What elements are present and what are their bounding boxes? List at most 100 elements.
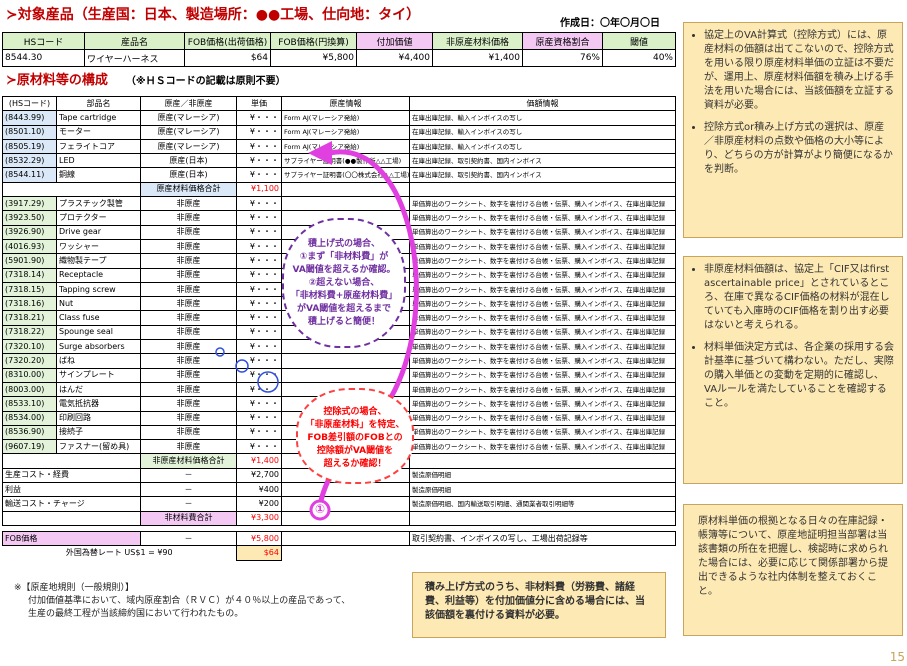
cloud-line: 「非材料費+原産材料費」 bbox=[290, 291, 398, 301]
value-info: 在庫出庫記録、輸入インボイスの写し bbox=[409, 110, 676, 126]
part-name: モーター bbox=[56, 124, 141, 140]
orig-total-label: 原産材料価格合計 bbox=[140, 181, 237, 198]
origin-status: 原産(マレーシア) bbox=[140, 124, 237, 140]
origin-info: Form AJ(マレーシア発給) bbox=[281, 110, 410, 126]
origin-status: 原産(マレーシア) bbox=[140, 138, 237, 155]
part-name: 電気抵抗器 bbox=[56, 396, 141, 412]
col-rvc: 原産資格割合 bbox=[522, 32, 603, 50]
section-note: （※ＨＳコードの記載は原則不要） bbox=[125, 76, 286, 87]
page-title: ≻対象産品（生産国：日本、製造場所：●●工場、仕向地：タイ） bbox=[6, 7, 421, 23]
fob-label: FOB価格 bbox=[2, 530, 141, 547]
part-name: ばね bbox=[56, 353, 141, 369]
hs-code: (8505.19) bbox=[2, 138, 57, 155]
hs-code: (9607.19) bbox=[2, 439, 57, 455]
part-name: Nut bbox=[56, 296, 141, 312]
rate-value: $64 bbox=[236, 545, 282, 561]
fob-origin: － bbox=[140, 530, 237, 547]
bubble-circles-icon bbox=[215, 347, 279, 393]
part-name: Class fuse bbox=[56, 310, 141, 326]
cloud-line: VA閾値を超えるか確認。 bbox=[292, 265, 396, 275]
cloud-line: がVA閾値を超えるまで bbox=[296, 304, 392, 314]
origin-status: 非原産 bbox=[140, 439, 237, 455]
hs-code: (7320.20) bbox=[2, 353, 57, 369]
side-note-item: 非原産材料価額は、協定上「CIF又はfirst ascertainable pr… bbox=[704, 263, 894, 333]
hs-code: (8443.99) bbox=[2, 110, 57, 126]
cost-name: 生産コスト・経費 bbox=[2, 467, 141, 484]
origin-status: － bbox=[140, 496, 237, 512]
part-name: Surge absorbers bbox=[56, 339, 141, 355]
part-name: 接続子 bbox=[56, 424, 141, 441]
cloud-line: ②超えない場合、 bbox=[308, 278, 380, 288]
col-product: 産品名 bbox=[84, 32, 185, 50]
cell: $64 bbox=[184, 49, 271, 67]
fob-row: FOB価格 － ¥5,800 取引契約書、インボイスの写し、工場出荷記録等 bbox=[2, 530, 676, 547]
deduction-method-cloud: 控除式の場合、 「非原産材料」を特定、 FOB差引額のFOBとの 控除額がVA閾値を超… bbox=[296, 388, 414, 484]
hs-code: (8501.10) bbox=[2, 124, 57, 140]
origin-status: 非原産 bbox=[140, 210, 237, 226]
part-name: サインプレート bbox=[56, 367, 141, 383]
cloud-line: 積上げ式の場合、 bbox=[307, 239, 380, 249]
cell: 76% bbox=[522, 49, 603, 67]
bottom-note-box: 積み上げ方式のうち、非材料費（労務費、諸経費、利益等）を付加価値分に含める場合に… bbox=[412, 572, 666, 638]
cost-total-label: 非材料費合計 bbox=[140, 510, 237, 526]
part-name: LED bbox=[56, 153, 141, 169]
hs-code: (8533.10) bbox=[2, 396, 57, 412]
origin-status: － bbox=[140, 467, 237, 484]
col-orig-info: 原産情報 bbox=[281, 95, 410, 112]
side-note-item: 協定上のVA計算式（控除方式）には、原産材料の価額は出てこないので、控除方式を用… bbox=[704, 29, 894, 113]
col-fob-yen: FOB価格(円換算) bbox=[270, 32, 357, 50]
origin-status: 原産(マレーシア) bbox=[140, 110, 237, 126]
created-date: 作成日：〇年〇月〇日 bbox=[560, 18, 660, 29]
fob-price: ¥5,800 bbox=[236, 530, 282, 547]
hs-code: (8536.90) bbox=[2, 424, 57, 441]
cloud-line: 「非原産材料」を特定、 bbox=[305, 420, 405, 430]
col-name: 部品名 bbox=[56, 95, 141, 112]
cloud-line: 超えるか確認！ bbox=[323, 459, 387, 469]
col-price: 単価 bbox=[236, 95, 282, 112]
origin-status: 非原産 bbox=[140, 310, 237, 326]
cell: 40% bbox=[602, 49, 676, 67]
part-name: ワッシャー bbox=[56, 238, 141, 255]
col-origin: 原産／非原産 bbox=[140, 95, 237, 112]
col-value-info: 価額情報 bbox=[409, 95, 676, 112]
origin-status: 非原産 bbox=[140, 424, 237, 441]
rate-label: 外国為替レート US$1 = ¥90 bbox=[65, 548, 173, 558]
col-fob: FOB価格(出荷価格) bbox=[184, 32, 271, 50]
footnote-line: 生産の最終工程が当該締約国において行われたもの。 bbox=[28, 609, 244, 619]
cell: ¥4,400 bbox=[356, 49, 433, 67]
col-nonorig: 非原産材料価格 bbox=[432, 32, 523, 50]
col-threshold: 閾値 bbox=[602, 32, 676, 50]
part-name: Tapping screw bbox=[56, 281, 141, 298]
hs-code: (3923.50) bbox=[2, 210, 57, 226]
origin-status: 非原産 bbox=[140, 281, 237, 298]
materials-header: (HSコード) 部品名 原産／非原産 単価 原産情報 価額情報 bbox=[2, 95, 676, 112]
part-name: プラスチック製管 bbox=[56, 196, 141, 212]
non-total-label: 非原産材料価格合計 bbox=[140, 453, 237, 469]
hs-code: (7320.10) bbox=[2, 339, 57, 355]
footnote-line: ※【原産地規則（一般規則）】 bbox=[14, 583, 135, 593]
hs-code: (5901.90) bbox=[2, 253, 57, 269]
origin-status: 非原産 bbox=[140, 410, 237, 426]
hs-code: (3917.29) bbox=[2, 196, 57, 212]
side-note-item: 控除方式or積み上げ方式の選択は、原産／非原産材料の点数や価格の大小等により、ど… bbox=[704, 121, 894, 177]
part-name: はんだ bbox=[56, 381, 141, 398]
side-note-box-1: 協定上のVA計算式（控除方式）には、原産材料の価額は出てこないので、控除方式を用… bbox=[683, 22, 903, 238]
part-name: 織物製テープ bbox=[56, 253, 141, 269]
origin-status: － bbox=[140, 482, 237, 498]
step-one-marker: ① bbox=[315, 502, 326, 516]
cloud-line: ①まず「非材料費」が bbox=[299, 252, 389, 262]
origin-status: 非原産 bbox=[140, 238, 237, 255]
cloud-line: 控除式の場合、 bbox=[323, 407, 387, 417]
unit-price: ¥・・・ bbox=[236, 110, 282, 126]
product-table-row: 8544.30 ワイヤーハーネス $64 ¥5,800 ¥4,400 ¥1,40… bbox=[2, 49, 676, 67]
origin-status: 非原産 bbox=[140, 324, 237, 341]
col-va: 付加価値 bbox=[356, 32, 433, 50]
part-name: Spounge seal bbox=[56, 324, 141, 341]
hs-code: (7318.22) bbox=[2, 324, 57, 341]
col-hs: (HSコード) bbox=[2, 95, 57, 112]
origin-status: 原産(日本) bbox=[140, 167, 237, 183]
hs-code: (8534.00) bbox=[2, 410, 57, 426]
cloud-line: 積上げると簡便！ bbox=[307, 317, 380, 327]
stacking-method-cloud: 積上げ式の場合、 ①まず「非材料費」が VA閾値を超えるか確認。 ②超えない場合、「非… bbox=[282, 218, 406, 348]
hs-code: (8310.00) bbox=[2, 367, 57, 383]
